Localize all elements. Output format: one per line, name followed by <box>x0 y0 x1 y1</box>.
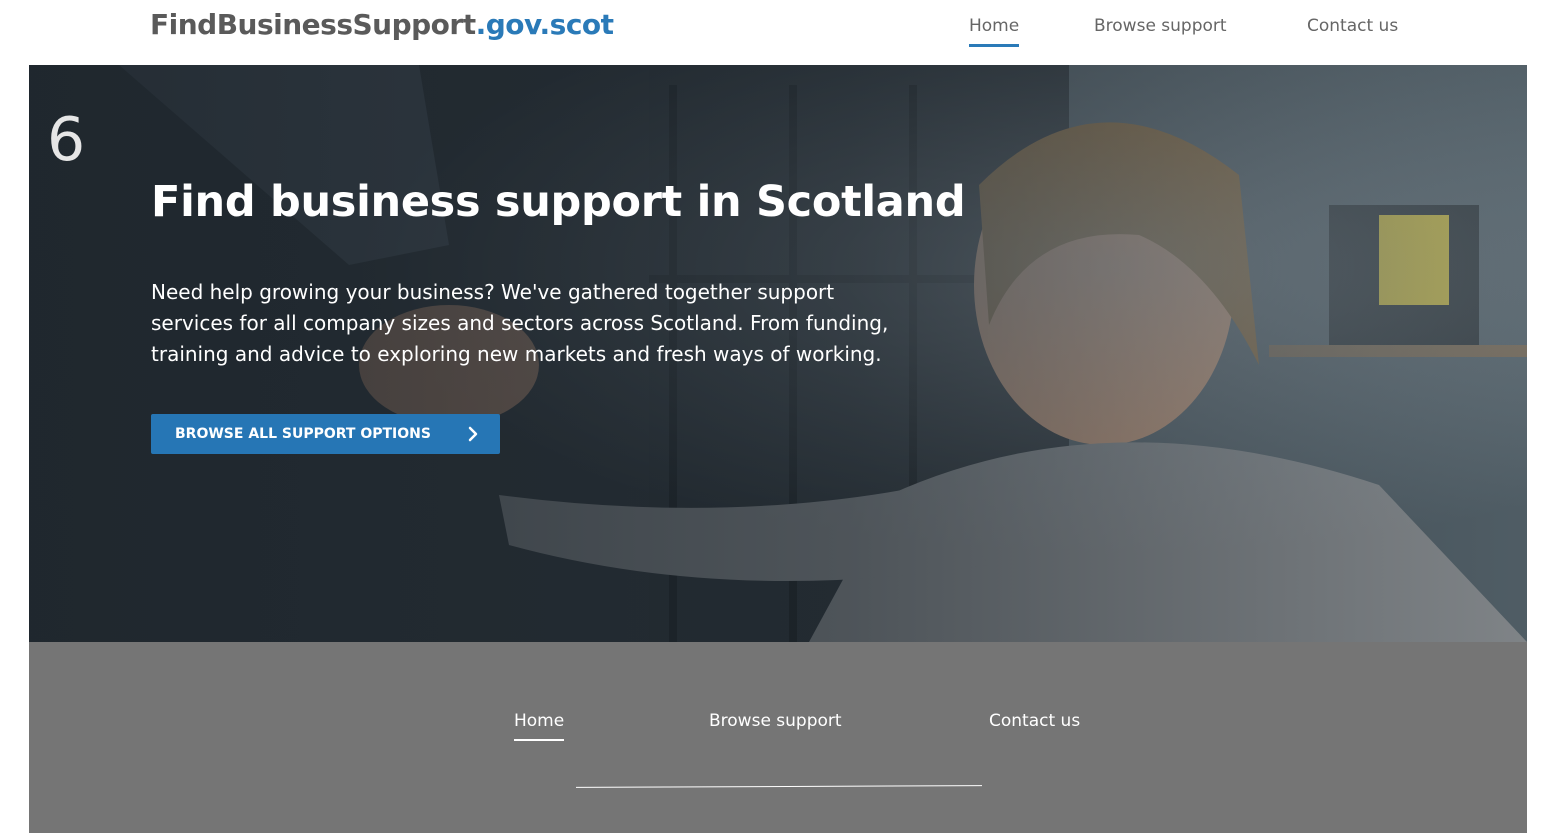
footer-browse-support-link[interactable]: Browse support <box>709 709 842 733</box>
hero-description: Need help growing your business? We've g… <box>151 280 889 366</box>
logo-suffix-text: .gov.scot <box>475 8 614 41</box>
logo-main-text: FindBusinessSupport <box>150 8 476 41</box>
hero-banner: 6 Find business support in Scotland Need… <box>29 65 1527 642</box>
footer-contact-us-link[interactable]: Contact us <box>989 709 1080 733</box>
nav-browse-support-link[interactable]: Browse support <box>1094 14 1227 38</box>
site-footer: Home Browse support Contact us <box>29 642 1527 833</box>
browse-all-support-button[interactable]: BROWSE ALL SUPPORT OPTIONS <box>151 414 500 454</box>
browse-all-support-label: BROWSE ALL SUPPORT OPTIONS <box>175 426 431 442</box>
site-header: FindBusinessSupport.gov.scot Home Browse… <box>0 0 1554 65</box>
chevron-right-icon <box>468 426 478 442</box>
site-logo[interactable]: FindBusinessSupport.gov.scot <box>150 8 614 41</box>
nav-contact-us-link[interactable]: Contact us <box>1307 14 1398 38</box>
footer-home-link[interactable]: Home <box>514 709 565 741</box>
footer-divider <box>575 785 983 788</box>
wall-number-decoration: 6 <box>47 105 85 175</box>
hero-title: Find business support in Scotland <box>151 177 966 227</box>
nav-home-link[interactable]: Home <box>969 14 1020 47</box>
